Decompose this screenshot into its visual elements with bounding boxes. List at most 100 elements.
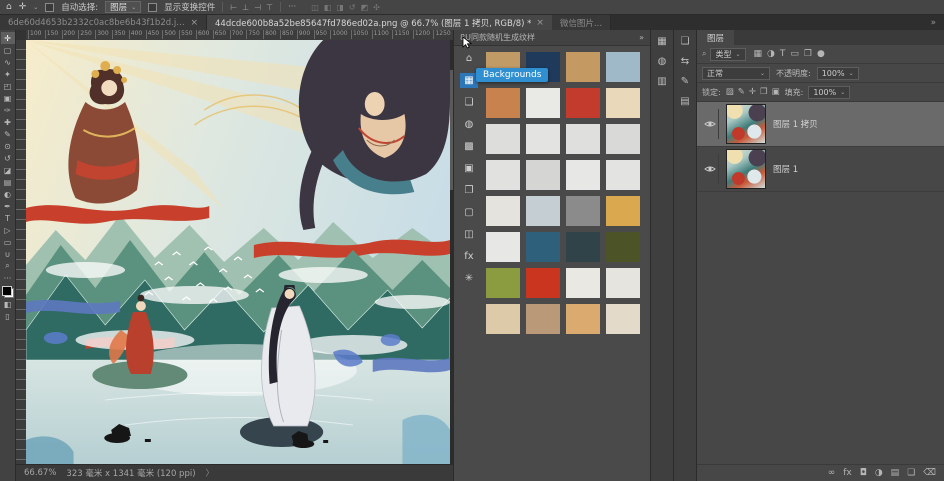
layer-name[interactable]: 图层 1 <box>773 163 798 175</box>
texture-swatch-white-marble-3[interactable] <box>486 232 520 262</box>
layer-thumbnail[interactable] <box>726 104 766 144</box>
settings-icon[interactable]: ◩ <box>361 3 369 12</box>
swatches-panel-icon[interactable]: ▥ <box>657 76 666 87</box>
rotate-view-icon[interactable]: ↺ <box>349 3 356 12</box>
texture-swatch-light-gray[interactable] <box>526 160 560 190</box>
pen-tool[interactable]: ✒ <box>1 200 15 212</box>
frame-tool[interactable]: ▣ <box>1 92 15 104</box>
home-icon[interactable]: ⌂ <box>6 2 12 12</box>
document-tab[interactable]: 6de60d4653b2332c0ac8be6b43f1b2d.jpg × <box>0 15 207 30</box>
artboard-panel-icon[interactable]: ▦ <box>657 36 666 47</box>
workspace-icon[interactable]: ◨ <box>336 3 344 12</box>
more-tools[interactable]: ··· <box>1 272 15 284</box>
quick-mask-button[interactable]: ◧ <box>1 298 15 310</box>
textures-icon[interactable]: ❏ <box>460 95 478 110</box>
smart-object-filter-icon[interactable]: ❐ <box>804 49 812 59</box>
foreground-background-colors[interactable] <box>1 286 14 298</box>
layer-filter-dropdown[interactable]: 类型 ⌄ <box>710 47 746 61</box>
clone-stamp-tool[interactable]: ⊙ <box>1 140 15 152</box>
texture-swatch-off-white-2[interactable] <box>606 268 640 298</box>
texture-swatch-cream-wave[interactable] <box>606 88 640 118</box>
texture-swatch-white-speckle-1[interactable] <box>606 160 640 190</box>
texture-swatch-rustic-wood[interactable] <box>526 304 560 334</box>
lock-all-icon[interactable]: ▣ <box>772 87 780 97</box>
layer-thumbnail[interactable] <box>726 149 766 189</box>
texture-swatch-white-wood[interactable] <box>486 196 520 226</box>
align-right-icon[interactable]: ⊣ <box>254 3 261 12</box>
close-icon[interactable]: × <box>190 18 198 28</box>
layer-visibility-eye-icon[interactable] <box>702 109 719 139</box>
lock-artboard-icon[interactable]: ❒ <box>760 87 768 97</box>
type-filter-icon[interactable]: T <box>780 49 786 59</box>
show-transform-checkbox[interactable] <box>148 2 158 12</box>
screen-mode-button[interactable]: ▯ <box>1 310 15 322</box>
layers-panel-icon[interactable]: ❏ <box>681 36 690 47</box>
paper-icon[interactable]: ❐ <box>460 183 478 198</box>
texture-swatch-gray-stone[interactable] <box>566 196 600 226</box>
texture-swatch-terracotta[interactable] <box>486 88 520 118</box>
home-icon[interactable]: ⌂ <box>460 51 478 66</box>
distribute-icon[interactable]: ◫ <box>311 3 319 12</box>
layer-name[interactable]: 图层 1 拷贝 <box>773 118 818 130</box>
texture-swatch-olive-dark[interactable] <box>606 232 640 262</box>
opacity-dropdown[interactable]: 100% ⌄ <box>816 66 859 80</box>
texture-swatch-tan-paper[interactable] <box>566 304 600 334</box>
texture-swatch-gold-wood[interactable] <box>606 196 640 226</box>
marquee-tool[interactable]: ▢ <box>1 44 15 56</box>
texture-swatch-white-marble-1[interactable] <box>526 88 560 118</box>
adjustment-filter-icon[interactable]: ◑ <box>767 49 775 59</box>
light-icon[interactable]: ✳ <box>460 271 478 286</box>
pixel-filter-icon[interactable]: ▦ <box>754 49 763 59</box>
healing-tool[interactable]: ✚ <box>1 116 15 128</box>
move-tool-icon[interactable]: ✛ <box>19 2 27 12</box>
history-brush-tool[interactable]: ↺ <box>1 152 15 164</box>
texture-swatch-blue-gray-wood[interactable] <box>526 196 560 226</box>
layer-mask-icon[interactable]: ◘ <box>860 468 867 478</box>
layer-effects-icon[interactable]: fx <box>843 468 852 478</box>
gradient-tool[interactable]: ▤ <box>1 176 15 188</box>
dodge-tool[interactable]: ◐ <box>1 188 15 200</box>
lock-pixels-icon[interactable]: ✎ <box>738 87 745 97</box>
eraser-tool[interactable]: ◪ <box>1 164 15 176</box>
collapse-icon[interactable]: ✣ <box>373 3 380 12</box>
blend-mode-dropdown[interactable]: 正常 ⌄ <box>702 66 770 80</box>
layer-row[interactable]: 图层 1 <box>697 147 944 192</box>
foreground-color-swatch[interactable] <box>1 286 12 296</box>
status-arrow-icon[interactable]: 〉 <box>206 467 215 479</box>
layer-row[interactable]: 图层 1 拷贝 <box>697 102 944 147</box>
arrange-icon[interactable]: ◧ <box>324 3 332 12</box>
path-select-tool[interactable]: ▷ <box>1 224 15 236</box>
align-left-icon[interactable]: ⊢ <box>230 3 237 12</box>
fx-icon[interactable]: fx <box>460 249 478 264</box>
channels-panel-icon[interactable]: ⇆ <box>681 56 689 67</box>
eyedropper-tool[interactable]: ✑ <box>1 104 15 116</box>
more-options-button[interactable]: ··· <box>288 2 296 12</box>
texture-swatch-orange-red[interactable] <box>526 268 560 298</box>
lock-position-icon[interactable]: ✛ <box>749 87 756 97</box>
shape-filter-icon[interactable]: ▭ <box>790 49 799 59</box>
texture-swatch-gray-marble[interactable] <box>606 124 640 154</box>
document-tab[interactable]: 微信图片... <box>551 15 612 30</box>
tab-overflow-button[interactable]: » <box>923 15 944 30</box>
delete-layer-icon[interactable]: ⌫ <box>923 468 936 478</box>
align-top-icon[interactable]: ⊤ <box>266 3 273 12</box>
texture-swatch-marble-vein-2[interactable] <box>566 124 600 154</box>
texture-swatch-dark-slate[interactable] <box>566 232 600 262</box>
layer-group-icon[interactable]: ▤ <box>891 468 900 478</box>
paths-panel-icon[interactable]: ✎ <box>681 76 689 87</box>
lock-transparent-icon[interactable]: ▨ <box>726 87 734 97</box>
lasso-tool[interactable]: ∿ <box>1 56 15 68</box>
texture-swatch-marble-vein-1[interactable] <box>526 124 560 154</box>
history-panel-icon[interactable]: ▤ <box>680 96 689 107</box>
texture-swatch-red-fabric[interactable] <box>566 88 600 118</box>
auto-select-checkbox[interactable] <box>45 2 55 12</box>
close-icon[interactable]: × <box>536 18 544 28</box>
layers-tab[interactable]: 图层 <box>697 30 735 45</box>
shape-icon[interactable]: ▢ <box>460 205 478 220</box>
texture-swatch-teal-fabric[interactable] <box>526 232 560 262</box>
new-layer-icon[interactable]: ❏ <box>907 468 915 478</box>
texture-swatch-off-white-1[interactable] <box>566 268 600 298</box>
move-tool[interactable]: ✛ <box>0 32 15 44</box>
filter-pin-icon[interactable]: ● <box>817 49 825 59</box>
droplet-icon[interactable]: ◍ <box>460 117 478 132</box>
